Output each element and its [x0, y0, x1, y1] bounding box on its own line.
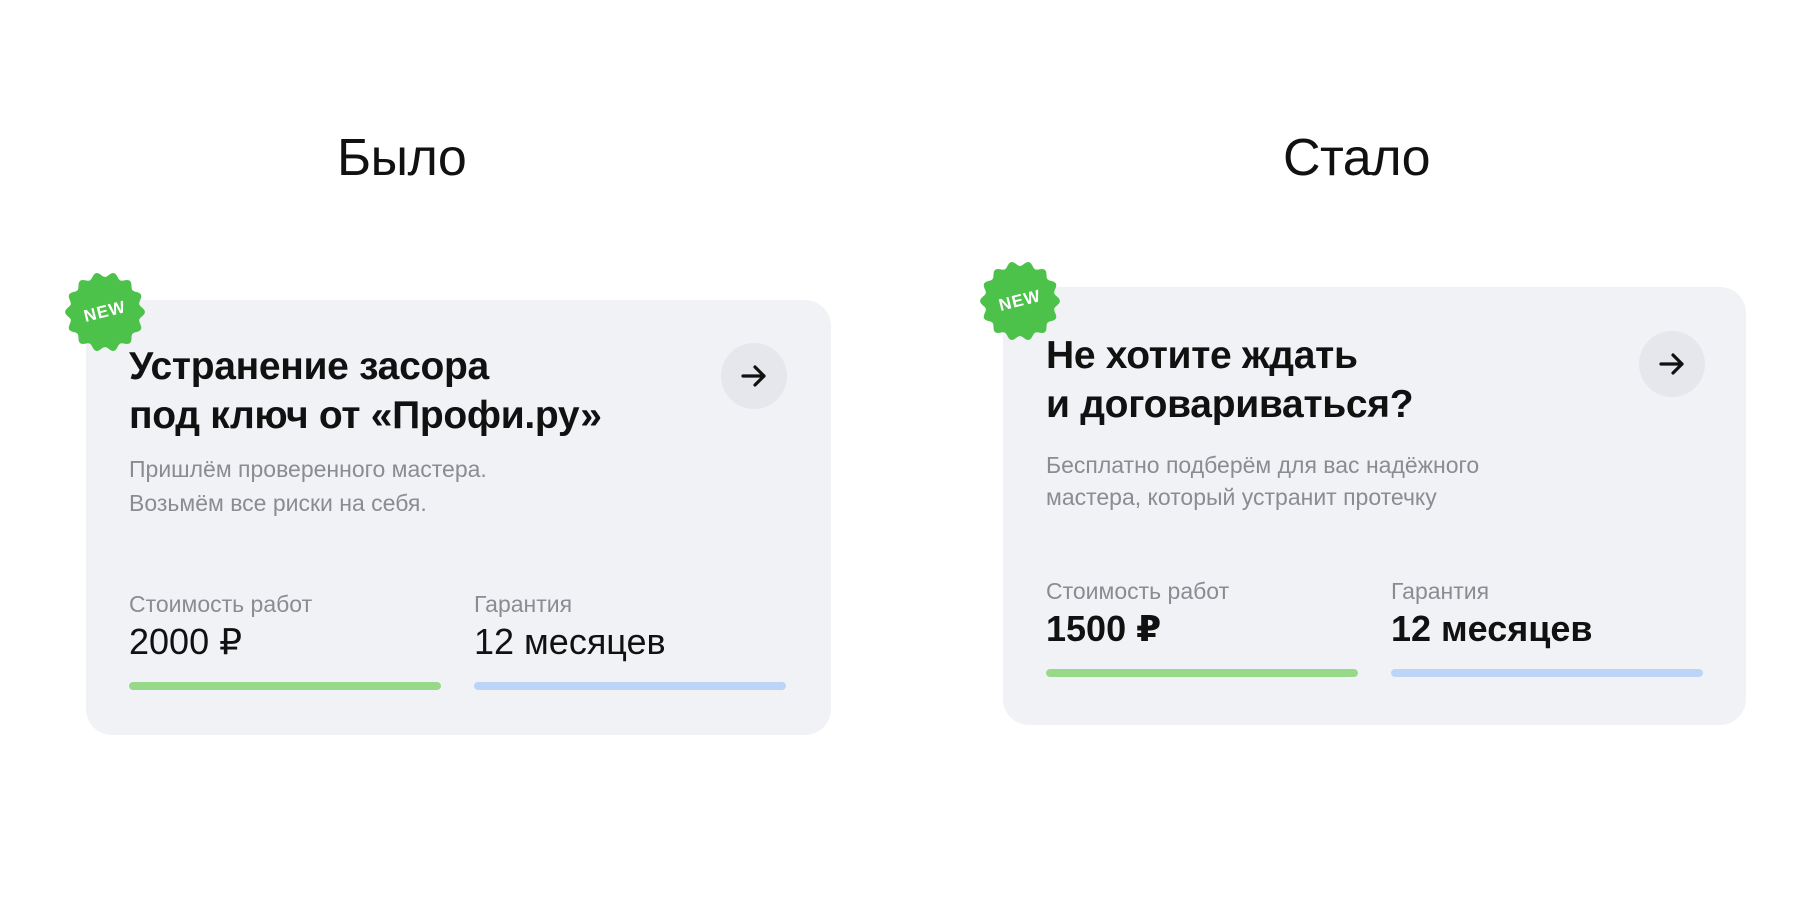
warranty-bar-fill [1391, 669, 1703, 677]
heading-before: Было [337, 129, 467, 187]
card-description: Пришлём проверенного мастера. Возьмём вс… [129, 452, 487, 520]
card-description-line-2: мастера, который устранит протечку [1046, 484, 1437, 510]
warranty-stat: Гарантия 12 месяцев [474, 590, 786, 690]
service-card-after[interactable]: Не хотите ждать и договариваться? Беспла… [1003, 287, 1746, 725]
arrow-right-icon [741, 365, 766, 387]
open-card-button[interactable] [1639, 331, 1705, 397]
price-label: Стоимость работ [129, 591, 313, 617]
price-label: Стоимость работ [1046, 578, 1230, 604]
open-card-button[interactable] [721, 343, 787, 409]
new-badge: NEW [979, 260, 1061, 342]
warranty-value: 12 месяцев [1391, 608, 1593, 649]
warranty-label: Гарантия [474, 591, 573, 617]
card-title-line-2: и договариваться? [1046, 383, 1414, 426]
card-description-line-2: Возьмём все риски на себя. [129, 490, 427, 516]
card-description: Бесплатно подберём для вас надёжного мас… [1046, 449, 1606, 513]
price-stat: Стоимость работ 2000 ₽ [129, 590, 441, 690]
card-description-line-1: Бесплатно подберём для вас надёжного [1046, 452, 1480, 478]
warranty-value: 12 месяцев [474, 621, 666, 662]
price-bar-fill [129, 682, 441, 690]
card-title-line-1: Устранение засора [129, 345, 489, 388]
heading-after: Стало [1283, 129, 1431, 187]
price-value: 2000 ₽ [129, 621, 242, 662]
card-title-line-1: Не хотите ждать [1046, 334, 1358, 377]
card-title: Не хотите ждать и договариваться? [1046, 331, 1414, 429]
arrow-right-icon [1659, 353, 1684, 375]
warranty-label: Гарантия [1391, 578, 1490, 604]
new-badge: NEW [64, 271, 146, 353]
price-bar-fill [1046, 669, 1358, 677]
warranty-bar [474, 682, 786, 690]
price-stat: Стоимость работ 1500 ₽ [1046, 577, 1358, 677]
warranty-stat: Гарантия 12 месяцев [1391, 577, 1703, 677]
warranty-bar [1391, 669, 1703, 677]
price-bar [129, 682, 441, 690]
price-value: 1500 ₽ [1046, 608, 1162, 649]
card-title-line-2: под ключ от «Профи.ру» [129, 394, 602, 437]
card-description-line-1: Пришлём проверенного мастера. [129, 456, 487, 482]
warranty-bar-fill [474, 682, 786, 690]
price-bar [1046, 669, 1358, 677]
service-card-before[interactable]: Устранение засора под ключ от «Профи.ру»… [86, 300, 831, 735]
card-title: Устранение засора под ключ от «Профи.ру» [129, 342, 602, 440]
